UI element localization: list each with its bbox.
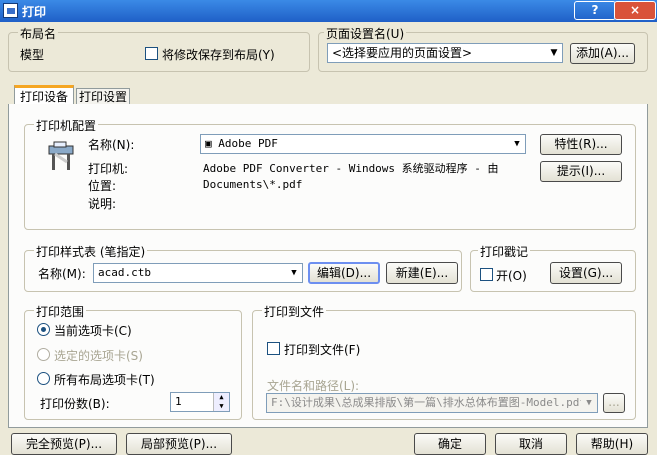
printer-label: 打印机: [88,162,129,176]
printer-name-label: 名称(N): [88,138,135,152]
new-plot-style-button[interactable]: 新建(E)... [386,262,458,284]
layout-name-value: 模型 [20,48,45,62]
all-layout-tabs-label: 所有布局选项卡(T) [54,373,155,387]
help-title-button[interactable]: ? [574,1,616,20]
print-to-file-heading: 打印到文件 [262,303,327,320]
printer-config-heading: 打印机配置 [34,117,99,134]
all-layout-tabs-radio[interactable] [37,372,50,385]
copies-label: 打印份数(B): [40,397,110,411]
edit-plot-style-button[interactable]: 编辑(D)... [308,262,380,284]
plot-style-select[interactable]: acad.ctb ▼ [93,263,303,283]
page-setup-heading: 页面设置名(U) [324,25,407,42]
selected-tabs-radio[interactable] [37,348,50,361]
selected-tabs-label: 选定的选项卡(S) [54,349,143,363]
stamp-on-label: 开(O) [496,269,527,283]
page-setup-select-value: <选择要应用的页面设置> [332,46,473,60]
window-title: 打印 [22,5,47,19]
save-to-layout-label: 将修改保存到布局(Y) [162,48,275,62]
layout-name-heading: 布局名 [18,25,59,42]
close-icon[interactable]: × [614,1,656,20]
printer-name-value: Adobe PDF [218,137,278,150]
printer-name-select[interactable]: ▣ Adobe PDF ▼ [200,134,526,154]
chevron-down-icon: ▼ [291,268,297,278]
plot-stamp-heading: 打印戳记 [478,243,531,260]
location-value: Documents\*.pdf [203,178,303,191]
plot-range-heading: 打印范围 [34,303,87,320]
spin-arrows-icon[interactable]: ▲ ▼ [213,393,229,411]
copies-value: 1 [175,395,182,408]
plotter-icon [44,140,78,174]
plot-style-heading: 打印样式表 (笔指定) [34,243,148,260]
add-page-setup-button[interactable]: 添加(A)... [570,43,635,64]
printer-icon-small: ▣ [205,137,212,150]
printer-value: Adobe PDF Converter - Windows 系统驱动程序 - 由 [203,162,499,175]
stamp-on-checkbox[interactable] [480,268,493,281]
printer-properties-button[interactable]: 特性(R)... [540,134,622,155]
tab-print-device[interactable]: 打印设备 [14,85,74,105]
printer-hint-button[interactable]: 提示(I)... [540,161,622,182]
print-to-file-label: 打印到文件(F) [284,343,361,357]
current-tab-label: 当前选项卡(C) [54,324,132,338]
chevron-down-icon: ▼ [514,139,520,149]
copies-stepper[interactable]: 1 ▲ ▼ [170,392,230,412]
title-bar: 打印 ? × [0,0,657,22]
plot-style-value: acad.ctb [98,266,151,279]
print-app-icon [3,3,18,18]
plot-style-name-label: 名称(M): [38,267,86,281]
description-label: 说明: [88,197,117,211]
print-to-file-checkbox[interactable] [267,342,280,355]
save-to-layout-checkbox[interactable] [145,47,158,60]
stamp-settings-button[interactable]: 设置(G)... [550,262,622,284]
file-path-select[interactable]: F:\设计成果\总成果排版\第一篇\排水总体布置图-Model.pdf ▼ [266,393,598,413]
page-setup-select[interactable]: <选择要应用的页面设置> ▼ [327,43,563,63]
current-tab-radio[interactable] [37,323,50,336]
location-label: 位置: [88,179,117,193]
file-path-value: F:\设计成果\总成果排版\第一篇\排水总体布置图-Model.pdf [271,396,586,409]
chevron-down-icon: ▼ [581,394,597,412]
chevron-down-icon: ▼ [550,48,558,58]
tab-print-settings[interactable]: 打印设置 [76,88,130,105]
browse-button[interactable]: ... [603,393,625,413]
file-path-label: 文件名和路径(L): [267,379,360,393]
